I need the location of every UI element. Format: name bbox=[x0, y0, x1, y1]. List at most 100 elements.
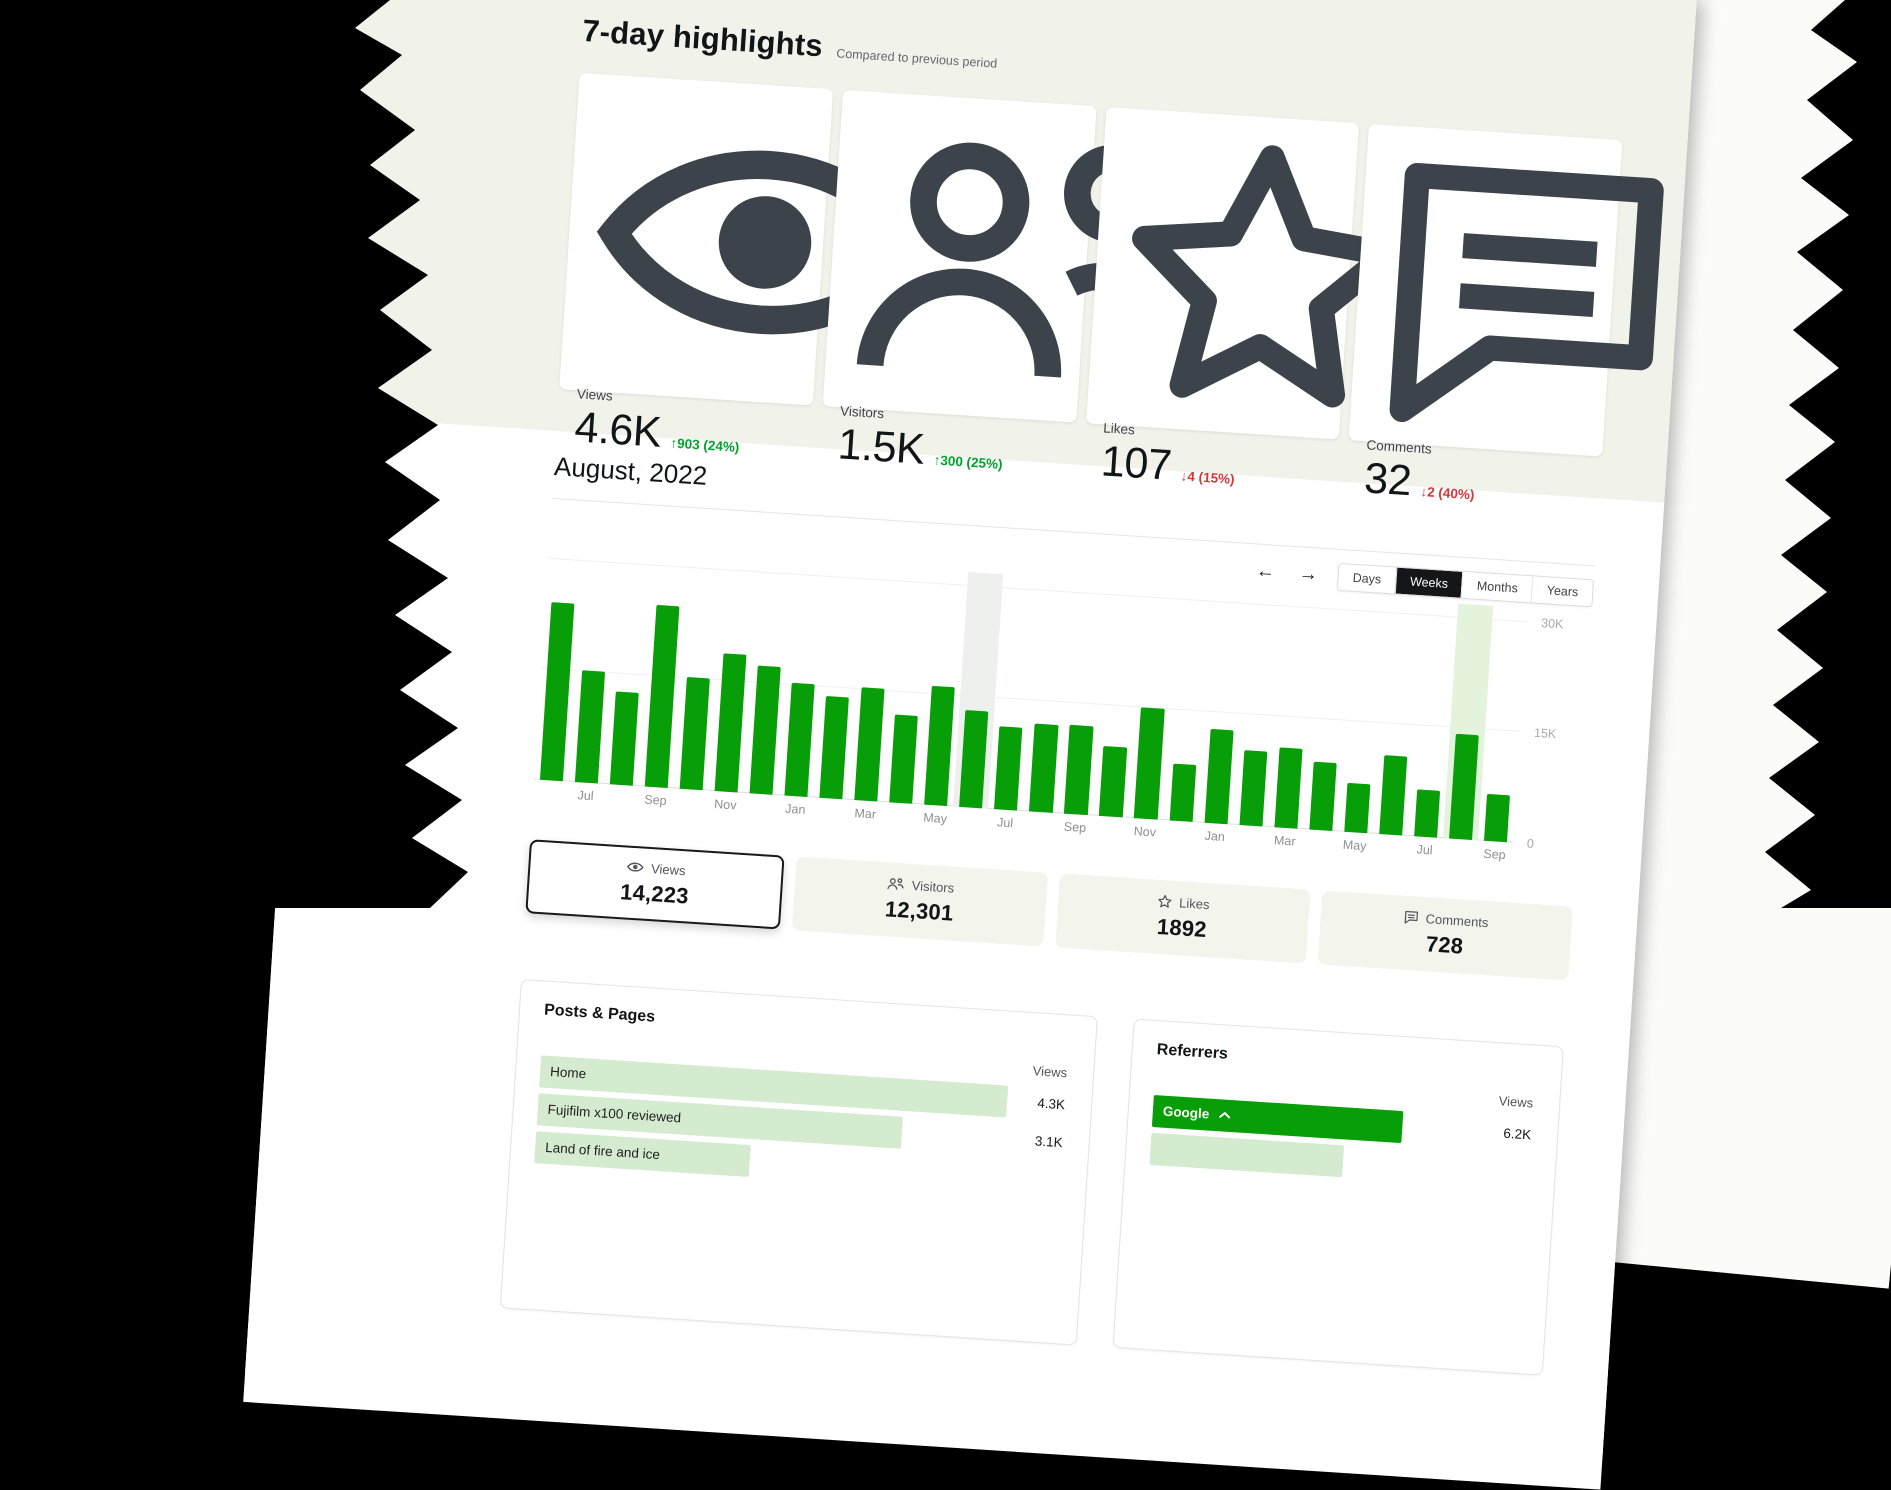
detail-cards-row: Posts & Pages Views Home4.3KFujifilm x10… bbox=[500, 979, 1564, 1376]
views-bar-19[interactable] bbox=[1169, 764, 1196, 822]
x-axis-label bbox=[1092, 821, 1128, 841]
x-axis-label: Sep bbox=[1476, 846, 1512, 866]
metric-tab-likes[interactable]: Likes 1892 bbox=[1055, 873, 1311, 963]
views-bar-10[interactable] bbox=[855, 687, 885, 801]
x-axis-label bbox=[1441, 844, 1477, 864]
views-bar-12[interactable] bbox=[924, 686, 955, 806]
comment-icon bbox=[1403, 910, 1419, 925]
next-period-button[interactable]: → bbox=[1294, 562, 1322, 587]
row-bar bbox=[1149, 1133, 1343, 1177]
views-bar-20[interactable] bbox=[1204, 729, 1233, 824]
highlights-title: 7-day highlights bbox=[581, 13, 824, 64]
highlight-card-value: 32 bbox=[1363, 454, 1413, 506]
views-bar-25[interactable] bbox=[1379, 755, 1407, 835]
stats-page-sheet: 7-day highlights Compared to previous pe… bbox=[243, 0, 1697, 1490]
highlight-card-visitors: Visitors1.5K↑300 (25%) bbox=[822, 90, 1096, 422]
metric-tab-visitors[interactable]: Visitors12,301 bbox=[792, 856, 1048, 946]
range-tab-years[interactable]: Years bbox=[1531, 576, 1593, 606]
x-axis-label bbox=[1371, 839, 1407, 859]
star-icon bbox=[1157, 894, 1173, 909]
x-axis-label: May bbox=[1336, 837, 1372, 857]
x-axis-label: Sep bbox=[637, 792, 673, 812]
x-axis-label: Jul bbox=[987, 814, 1023, 834]
eye-icon bbox=[626, 860, 644, 875]
people-icon bbox=[887, 877, 905, 892]
x-axis-label: Nov bbox=[707, 796, 743, 816]
referrers-card: Referrers Views Google6.2K bbox=[1113, 1018, 1564, 1375]
views-bar-17[interactable] bbox=[1099, 746, 1127, 817]
views-bar-22[interactable] bbox=[1274, 747, 1302, 828]
metric-tab-label: Likes bbox=[1179, 895, 1210, 912]
views-bar-5[interactable] bbox=[680, 677, 710, 790]
views-bar-4[interactable] bbox=[645, 604, 680, 787]
highlight-card-delta: ↓2 (40%) bbox=[1420, 484, 1475, 502]
views-bar-7[interactable] bbox=[750, 665, 781, 794]
x-axis-label: Nov bbox=[1127, 823, 1163, 843]
highlight-card-value: 1.5K bbox=[836, 420, 925, 474]
highlights-cards: Views4.6K↑903 (24%)Visitors1.5K↑300 (25%… bbox=[559, 73, 1622, 456]
x-axis-label bbox=[1232, 830, 1268, 850]
metric-tab-comments[interactable]: Comments728 bbox=[1317, 890, 1573, 980]
views-bar-24[interactable] bbox=[1344, 783, 1370, 833]
chart-y-axis-labels: 30K15K0 bbox=[1513, 608, 1592, 847]
x-axis-label bbox=[1022, 817, 1058, 837]
eye-icon bbox=[578, 89, 814, 387]
posts-pages-card: Posts & Pages Views Home4.3KFujifilm x10… bbox=[500, 979, 1098, 1346]
highlight-card-delta: ↓4 (15%) bbox=[1180, 468, 1235, 486]
previous-period-button[interactable]: ← bbox=[1251, 559, 1279, 584]
views-bar-6[interactable] bbox=[715, 654, 747, 793]
highlights-subtitle: Compared to previous period bbox=[836, 46, 998, 70]
x-axis-label bbox=[1302, 835, 1338, 855]
views-bar-18[interactable] bbox=[1134, 708, 1164, 819]
highlight-card-likes: Likes107↓4 (15%) bbox=[1086, 107, 1360, 439]
highlight-card-views: Views4.6K↑903 (24%) bbox=[559, 73, 833, 405]
views-bar-14[interactable] bbox=[994, 727, 1022, 811]
views-bar-15[interactable] bbox=[1029, 723, 1058, 812]
people-icon bbox=[841, 106, 1077, 404]
metric-tab-value: 12,301 bbox=[884, 896, 954, 926]
highlight-card-value: 107 bbox=[1100, 437, 1173, 490]
range-tab-weeks[interactable]: Weeks bbox=[1394, 567, 1463, 597]
x-axis-label: Jan bbox=[1197, 828, 1233, 848]
views-bar-13[interactable] bbox=[959, 710, 988, 808]
x-axis-label: Jul bbox=[567, 787, 603, 807]
views-bar-28[interactable] bbox=[1484, 794, 1510, 842]
highlight-card-delta: ↑903 (24%) bbox=[670, 435, 740, 454]
row-label-text: Home bbox=[550, 1064, 587, 1081]
views-bar-9[interactable] bbox=[820, 696, 850, 799]
comment-icon bbox=[1368, 140, 1604, 438]
x-axis-label bbox=[742, 799, 778, 819]
views-bar-26[interactable] bbox=[1414, 789, 1440, 837]
metric-tab-value: 728 bbox=[1425, 931, 1464, 959]
range-tab-months[interactable]: Months bbox=[1461, 571, 1533, 601]
x-axis-label: Sep bbox=[1057, 819, 1093, 839]
views-bar-11[interactable] bbox=[890, 714, 919, 803]
views-bar-3[interactable] bbox=[610, 692, 639, 786]
views-bar-27[interactable] bbox=[1449, 734, 1479, 840]
row-label: Home bbox=[540, 1064, 587, 1082]
metric-tab-views[interactable]: Views14,223 bbox=[525, 839, 784, 929]
views-bar-1[interactable] bbox=[540, 602, 575, 781]
views-bar-21[interactable] bbox=[1239, 750, 1267, 826]
row-label-text: Google bbox=[1162, 1104, 1209, 1122]
views-bar-23[interactable] bbox=[1309, 762, 1336, 831]
range-tab-days[interactable]: Days bbox=[1338, 564, 1396, 594]
x-axis-label: Mar bbox=[847, 805, 883, 825]
views-bar-2[interactable] bbox=[575, 670, 605, 783]
traffic-section: August, 2022 ← → DaysWeeksMonthsYears 30… bbox=[245, 415, 1664, 1460]
x-axis-label: Jan bbox=[777, 801, 813, 821]
chevron-up-icon bbox=[1218, 1111, 1230, 1119]
views-bar-8[interactable] bbox=[785, 682, 815, 796]
views-bar-16[interactable] bbox=[1064, 725, 1093, 815]
x-axis-label bbox=[1162, 826, 1198, 846]
highlights-section: 7-day highlights Compared to previous pe… bbox=[307, 0, 1697, 502]
metric-tab-value: 1892 bbox=[1156, 914, 1207, 943]
row-views-value: 4.3K bbox=[1037, 1096, 1066, 1113]
star-icon bbox=[1105, 123, 1341, 421]
x-axis-label bbox=[532, 785, 568, 805]
x-axis-label bbox=[812, 803, 848, 823]
x-axis-label bbox=[882, 808, 918, 828]
x-axis-label: Jul bbox=[1406, 841, 1442, 861]
metric-tab-label: Views bbox=[651, 861, 686, 878]
row-views-value: 3.1K bbox=[1034, 1134, 1063, 1151]
